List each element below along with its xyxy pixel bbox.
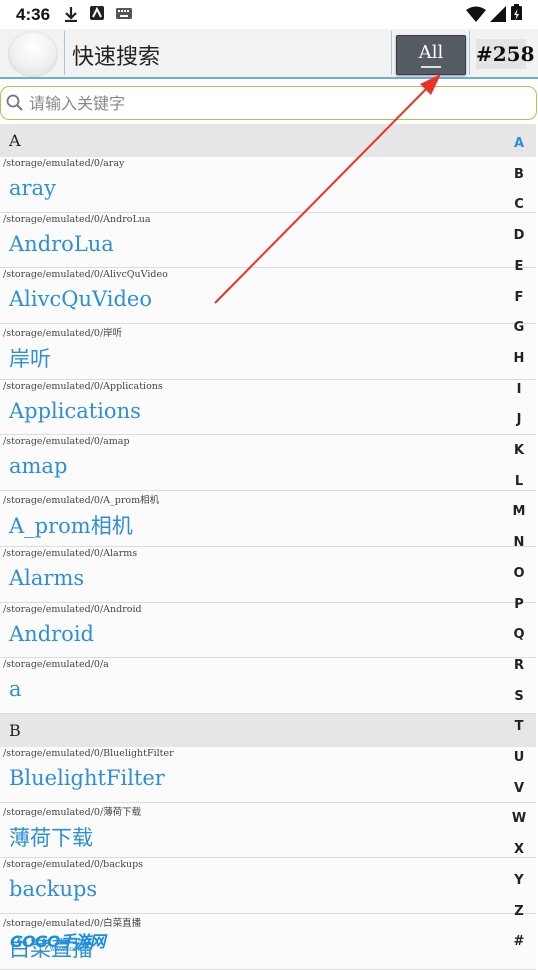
dropdown-indicator-icon [421, 66, 441, 68]
index-letter-p[interactable]: P [503, 597, 535, 612]
alphabet-index[interactable]: A B C D E F G H I J K L M N O P Q R S T U V W X Y Z # [503, 130, 535, 952]
index-letter-u[interactable]: U [503, 750, 535, 765]
index-letter-v[interactable]: V [503, 781, 535, 796]
index-letter-t[interactable]: T [503, 719, 535, 734]
header-divider [469, 31, 470, 75]
index-letter-n[interactable]: N [503, 535, 535, 550]
list-item[interactable]: /storage/emulated/0/岸听岸听 [0, 324, 536, 380]
index-letter-z[interactable]: Z [503, 904, 535, 919]
battery-icon [511, 4, 522, 20]
index-letter-c[interactable]: C [503, 197, 535, 212]
index-letter-o[interactable]: O [503, 566, 535, 581]
item-path: /storage/emulated/0/BluelightFilter [3, 747, 174, 759]
index-letter-g[interactable]: G [503, 320, 535, 335]
list-item[interactable]: /storage/emulated/0/Alarms Alarms [0, 546, 536, 603]
item-name: AndroLua [9, 231, 114, 256]
index-letter-w[interactable]: W [503, 811, 535, 826]
file-list: A /storage/emulated/0/aray aray /storage/… [0, 124, 536, 970]
app-notification-icon [90, 6, 104, 20]
item-path: /storage/emulated/0/AlivcQuVideo [3, 269, 168, 281]
list-item[interactable]: /storage/emulated/0/薄荷下载薄荷下载 [0, 802, 536, 859]
index-letter-y[interactable]: Y [503, 873, 535, 888]
list-item[interactable]: /storage/emulated/0/Android Android [0, 602, 536, 659]
index-letter-q[interactable]: Q [503, 627, 535, 642]
signal-icon [490, 6, 506, 22]
item-path: /storage/emulated/0/Alarms [3, 547, 138, 559]
item-path: /storage/emulated/0/A_prom相机 [3, 495, 160, 507]
index-letter-e[interactable]: E [503, 259, 535, 274]
index-letter-m[interactable]: M [503, 504, 535, 519]
search-input[interactable] [27, 90, 521, 116]
item-name: 岸听 [9, 347, 51, 372]
item-name: aray [9, 176, 56, 200]
item-name: amap [9, 454, 68, 479]
item-path: /storage/emulated/0/薄荷下载 [3, 806, 142, 818]
item-name: A_prom相机 [9, 514, 133, 539]
list-item[interactable]: /storage/emulated/0/A_prom相机 A_prom相机 [0, 491, 536, 547]
index-letter-i[interactable]: I [503, 382, 535, 397]
result-count: #258 [476, 39, 535, 69]
status-bar: 4:36 [0, 0, 538, 29]
index-letter-h[interactable]: H [503, 351, 535, 366]
index-letter-d[interactable]: D [503, 228, 535, 243]
index-letter-r[interactable]: R [503, 658, 535, 673]
status-time: 4:36 [16, 5, 51, 24]
index-letter-j[interactable]: J [503, 412, 535, 427]
item-name: backups [9, 877, 98, 902]
index-letter-a[interactable]: A [503, 136, 535, 151]
list-item[interactable]: /storage/emulated/0/AndroLua AndroLua [0, 212, 536, 269]
item-path: /storage/emulated/0/白菜直播 [3, 917, 142, 929]
list-item[interactable]: /storage/emulated/0/a a [0, 658, 536, 714]
item-path: /storage/emulated/0/Android [3, 603, 142, 615]
watermark-sub: WWW.GOGO.CN [50, 947, 91, 953]
filter-all-label: All [418, 42, 444, 63]
section-letter: A [9, 131, 21, 150]
section-header-a: A [0, 124, 536, 157]
item-name: Applications [9, 398, 141, 423]
list-item[interactable]: /storage/emulated/0/AlivcQuVideo AlivcQuV… [0, 268, 536, 325]
filter-all-button[interactable]: All [396, 35, 466, 75]
index-letter-x[interactable]: X [503, 842, 535, 857]
item-path: /storage/emulated/0/Applications [3, 380, 163, 392]
section-letter: B [9, 720, 21, 740]
page-title: 快速搜索 [72, 45, 161, 70]
list-item[interactable]: /storage/emulated/0/Applications Applicat… [0, 379, 536, 436]
index-letter-hash[interactable]: # [503, 934, 535, 949]
wifi-icon [466, 6, 486, 22]
section-header-b: B [0, 713, 536, 747]
item-name: 薄荷下载 [9, 825, 93, 850]
item-path: /storage/emulated/0/amap [3, 436, 130, 448]
index-letter-b[interactable]: B [503, 167, 535, 182]
item-path: /storage/emulated/0/AndroLua [3, 213, 151, 225]
list-item[interactable]: /storage/emulated/0/BluelightFilter Bluel… [0, 746, 536, 803]
item-path: /storage/emulated/0/aray [3, 158, 125, 169]
item-name: BluelightFilter [9, 765, 165, 790]
list-item[interactable]: /storage/emulated/0/amap amap [0, 435, 536, 492]
item-path: /storage/emulated/0/a [3, 659, 109, 671]
index-letter-s[interactable]: S [503, 689, 535, 704]
list-item[interactable]: /storage/emulated/0/backups backups [0, 858, 536, 914]
item-name: Alarms [9, 565, 85, 590]
header-divider [64, 31, 65, 75]
search-icon [6, 94, 23, 111]
item-name: AlivcQuVideo [9, 287, 152, 312]
item-path: /storage/emulated/0/backups [3, 859, 144, 871]
item-name: a [9, 677, 22, 702]
index-letter-l[interactable]: L [503, 474, 535, 489]
keyboard-icon [116, 8, 132, 19]
watermark: GOGO手游网 WWW.GOGO.CN [10, 928, 105, 953]
index-letter-f[interactable]: F [503, 290, 535, 305]
download-icon [65, 7, 77, 22]
app-header: 快速搜索 All #258 [0, 29, 538, 79]
list-item[interactable]: /storage/emulated/0/aray aray [0, 157, 536, 213]
avatar[interactable] [8, 31, 58, 77]
item-path: /storage/emulated/0/岸听 [3, 328, 123, 340]
item-name: Android [9, 621, 94, 646]
index-letter-k[interactable]: K [503, 443, 535, 458]
search-bar[interactable] [0, 86, 537, 120]
header-divider [391, 31, 392, 75]
